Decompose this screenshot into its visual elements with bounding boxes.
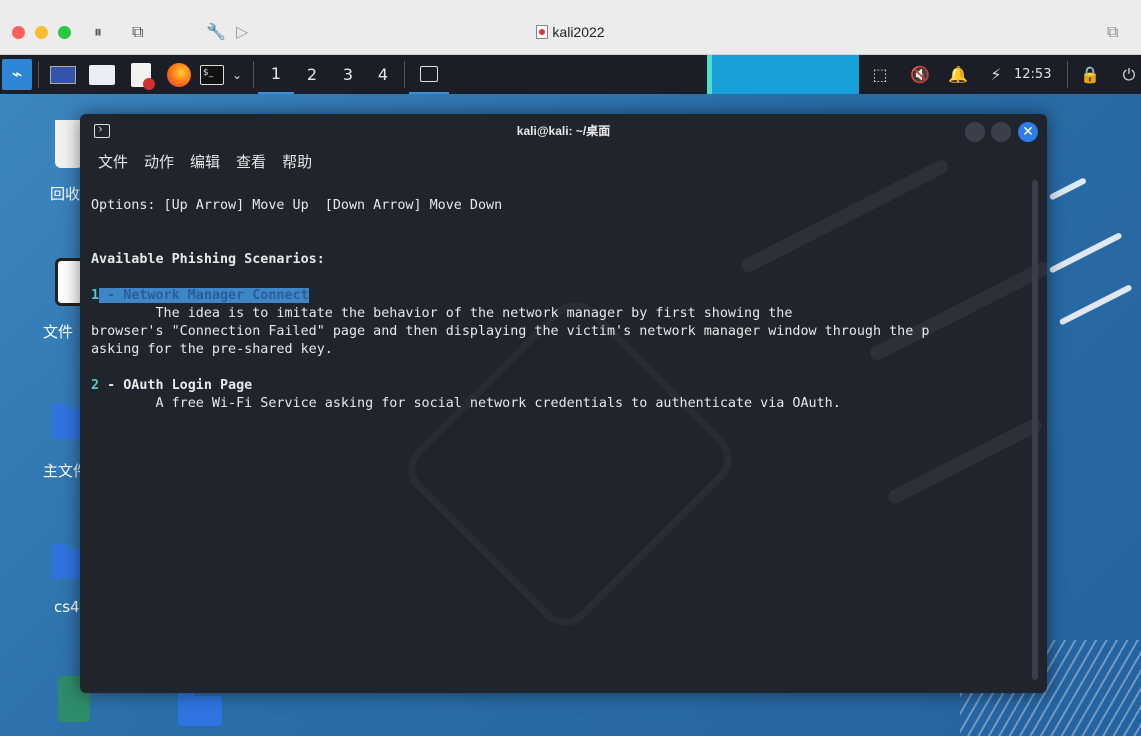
terminal-scrollbar[interactable] [1032, 180, 1038, 680]
menu-actions[interactable]: 动作 [143, 151, 175, 172]
mute-icon[interactable]: 🔇 [908, 55, 932, 94]
taskbar-terminal-button[interactable] [409, 55, 449, 94]
folder-icon[interactable] [178, 691, 222, 726]
scenario-1-title: - Network Manager Connect [99, 288, 309, 303]
workspace-1[interactable]: 1 [258, 55, 294, 94]
scenario-1-desc: The idea is to imitate the behavior of t… [91, 306, 793, 321]
workspace-4[interactable]: 4 [365, 55, 401, 94]
vm-document-icon [536, 25, 549, 39]
terminal-title: kali@kali: ~/桌面 [516, 124, 611, 138]
firefox-launcher-icon[interactable] [164, 55, 194, 94]
menu-edit[interactable]: 编辑 [189, 151, 221, 172]
desktop-label-cs: cs4 [54, 598, 80, 616]
menu-file[interactable]: 文件 [97, 151, 129, 172]
vm-window-title: kali2022 [0, 24, 1141, 40]
workspace-3[interactable]: 3 [330, 55, 366, 94]
scenario-1-desc: browser's "Connection Failed" page and t… [91, 324, 930, 339]
panel-separator [253, 61, 254, 88]
scenario-1-desc: asking for the pre-shared key. [91, 342, 333, 357]
panel-separator [404, 61, 405, 88]
power-icon[interactable]: ⚡ [984, 55, 1008, 94]
scenario-2-desc: A free Wi-Fi Service asking for social n… [91, 396, 841, 411]
kali-menu-button[interactable]: ⌁ [2, 59, 32, 90]
terminal-output[interactable]: Options: [Up Arrow] Move Up [Down Arrow]… [91, 179, 1031, 449]
scenario-1-title-line[interactable]: 1 - Network Manager Connect [91, 287, 1031, 305]
close-button[interactable]: ✕ [1018, 122, 1038, 142]
options-line: Options: [Up Arrow] Move Up [Down Arrow]… [91, 198, 503, 213]
scenarios-header: Available Phishing Scenarios: [91, 252, 325, 267]
terminal-launcher-icon[interactable]: $_ [197, 55, 227, 94]
terminal-menubar: 文件 动作 编辑 查看 帮助 [97, 151, 313, 172]
text-editor-launcher-icon[interactable] [126, 55, 156, 94]
lock-icon[interactable]: 🔒 [1078, 55, 1102, 94]
notification-bell-icon[interactable]: 🔔 [946, 55, 970, 94]
kali-top-panel: ⌁ $_ ⌄ 1 2 3 4 ⬚ 🔇 🔔 ⚡ 12:53 🔒 ⏻ [0, 55, 1141, 94]
trash-icon[interactable] [55, 120, 83, 168]
chevron-down-icon[interactable]: ⌄ [229, 55, 245, 94]
minimize-button[interactable] [965, 122, 985, 142]
menu-help[interactable]: 帮助 [281, 151, 313, 172]
scenario-2-title: - OAuth Login Page [99, 378, 253, 393]
scenario-2-title-line[interactable]: 2 - OAuth Login Page [91, 377, 1031, 395]
scenario-1-number: 1 [91, 288, 100, 303]
scenario-2-number: 2 [91, 378, 100, 393]
file-manager-launcher-icon[interactable] [87, 55, 117, 94]
desktop-label-files: 文件 [43, 323, 74, 341]
panel-separator [1067, 61, 1068, 88]
screenshot-icon[interactable]: ⬚ [868, 55, 892, 94]
cpu-graph [707, 55, 859, 94]
vm-window-titlebar: ⏸ ⧉ 🔧 ▷ kali2022 ⧉ [0, 0, 1141, 55]
maximize-button[interactable] [991, 122, 1011, 142]
show-desktop-icon[interactable] [48, 55, 78, 94]
restore-icon[interactable]: ⧉ [1107, 22, 1118, 42]
workspace-2[interactable]: 2 [294, 55, 330, 94]
panel-clock[interactable]: 12:53 [1014, 55, 1051, 94]
desktop-label-trash: 回收 [50, 185, 81, 203]
logout-icon[interactable]: ⏻ [1117, 55, 1141, 94]
panel-separator [38, 61, 39, 88]
terminal-window: kali@kali: ~/桌面 ✕ 文件 动作 编辑 查看 帮助 Options… [80, 114, 1047, 693]
menu-view[interactable]: 查看 [235, 151, 267, 172]
